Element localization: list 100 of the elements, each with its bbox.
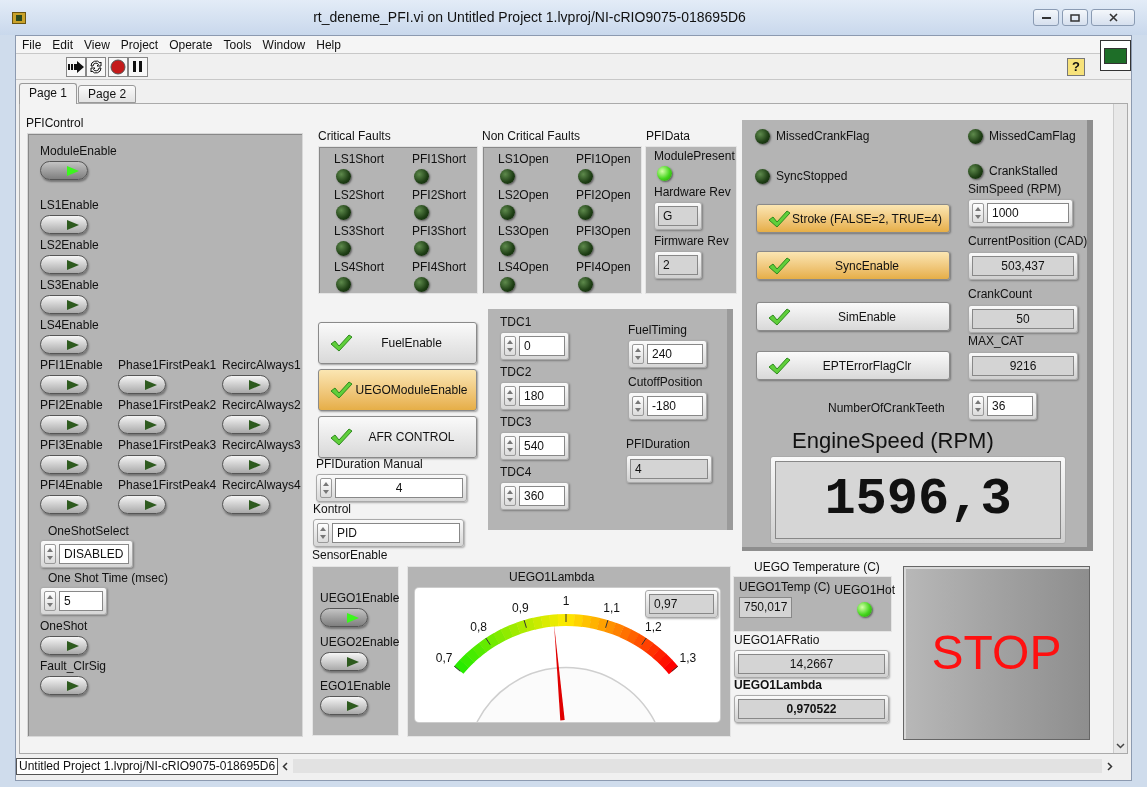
toggle-switch[interactable] (40, 495, 88, 514)
spin-buttons[interactable] (317, 523, 329, 543)
control-label: PFI3Open (576, 224, 631, 239)
spin-buttons[interactable] (44, 544, 56, 564)
spin-buttons[interactable] (504, 486, 516, 506)
menu-item[interactable]: Operate (169, 35, 213, 54)
toggle-button[interactable]: FuelEnable (318, 322, 477, 364)
run-button[interactable] (66, 56, 86, 77)
menu-item[interactable]: Project (120, 35, 159, 54)
toggle-switch[interactable] (40, 636, 88, 655)
spin-buttons[interactable] (504, 386, 516, 406)
toggle-switch[interactable] (40, 215, 88, 234)
close-button[interactable] (1091, 9, 1135, 26)
numeric-field[interactable]: PID (332, 523, 460, 543)
maximize-icon (1070, 13, 1080, 22)
control-label: SimSpeed (RPM) (968, 182, 1062, 197)
control-label: Phase1FirstPeak2 (118, 398, 217, 413)
toggle-switch[interactable] (40, 335, 88, 354)
toggle-switch[interactable] (40, 161, 88, 180)
numeric-indicator: 503,437 (968, 252, 1078, 280)
toggle-button[interactable]: Stroke (FALSE=2, TRUE=4) (756, 204, 950, 233)
help-button[interactable]: ? (1067, 57, 1085, 76)
numeric-field[interactable]: 5 (59, 591, 103, 611)
numeric-field[interactable]: -180 (647, 396, 703, 416)
toggle-switch[interactable] (320, 608, 368, 627)
toggle-switch[interactable] (118, 375, 166, 394)
maximize-button[interactable] (1062, 9, 1088, 26)
chevron-left-icon[interactable] (282, 761, 290, 771)
abort-button[interactable] (108, 56, 128, 77)
toggle-switch[interactable] (40, 415, 88, 434)
control-label: LS4Enable (40, 318, 99, 333)
toggle-button[interactable]: SimEnable (756, 302, 950, 331)
scale-label: 0,7 (435, 650, 453, 665)
control-label: LS3Open (498, 224, 549, 239)
toggle-switch[interactable] (40, 295, 88, 314)
numeric-indicator: 2 (654, 251, 702, 279)
control-label: CrankStalled (989, 164, 1058, 179)
menu-item[interactable]: Edit (52, 35, 74, 54)
toggle-button[interactable]: AFR CONTROL (318, 416, 477, 458)
toggle-switch[interactable] (320, 696, 368, 715)
control-label: Non Critical Faults (482, 129, 581, 144)
numeric-field[interactable]: 1000 (987, 203, 1069, 223)
numeric-field[interactable]: 360 (519, 486, 565, 506)
control-label: MAX_CAT (968, 334, 1024, 349)
toggle-button[interactable]: SyncEnable (756, 251, 950, 280)
tab[interactable]: Page 1 (19, 83, 78, 104)
control-label: UEGO1Hot (834, 583, 896, 598)
control-label: PFI1Open (576, 152, 631, 167)
numeric-field[interactable]: DISABLED (59, 544, 129, 564)
toggle-switch[interactable] (222, 495, 270, 514)
control-label: PFIDuration Manual (316, 457, 423, 472)
numeric-indicator: 750,017 (739, 597, 793, 618)
pause-button[interactable] (128, 56, 148, 77)
toggle-switch[interactable] (40, 455, 88, 474)
scale-label: 1 (562, 594, 570, 608)
control-label: LS2Open (498, 188, 549, 203)
menu-item[interactable]: Help (316, 35, 341, 54)
control-label: CutoffPosition (628, 375, 703, 390)
menu-item[interactable]: File (22, 35, 42, 54)
control-label: ModuleEnable (40, 144, 117, 159)
numeric-indicator: 50 (968, 305, 1078, 333)
toggle-button[interactable]: EPTErrorFlagClr (756, 351, 950, 380)
spin-buttons[interactable] (972, 203, 984, 223)
toggle-switch[interactable] (222, 415, 270, 434)
toggle-switch[interactable] (118, 415, 166, 434)
toggle-switch[interactable] (40, 676, 88, 695)
numeric-field[interactable]: 540 (519, 436, 565, 456)
toggle-switch[interactable] (320, 652, 368, 671)
numeric-field[interactable]: 240 (647, 344, 703, 364)
numeric-field[interactable]: 180 (519, 386, 565, 406)
toggle-switch[interactable] (40, 255, 88, 274)
spin-buttons[interactable] (504, 336, 516, 356)
control-label: LS1Open (498, 152, 549, 167)
toggle-switch[interactable] (118, 455, 166, 474)
control-label: LS1Short (334, 152, 385, 167)
minimize-button[interactable] (1033, 9, 1059, 26)
tab[interactable]: Page 2 (78, 85, 137, 103)
numeric-field[interactable]: 4 (335, 478, 463, 498)
vertical-scrollbar[interactable] (1113, 104, 1127, 753)
toggle-switch[interactable] (222, 455, 270, 474)
menu-item[interactable]: Window (262, 35, 306, 54)
toggle-button[interactable]: UEGOModuleEnable (318, 369, 477, 411)
numeric-field[interactable]: 36 (987, 396, 1033, 416)
chevron-right-icon[interactable] (1106, 761, 1113, 771)
control-label: ModulePresent (654, 149, 735, 164)
scale-label: 0,9 (512, 600, 529, 615)
menu-item[interactable]: View (84, 35, 110, 54)
spin-buttons[interactable] (632, 344, 644, 364)
spin-buttons[interactable] (44, 591, 56, 611)
spin-buttons[interactable] (320, 478, 332, 498)
spin-buttons[interactable] (504, 436, 516, 456)
spin-buttons[interactable] (632, 396, 644, 416)
toggle-switch[interactable] (118, 495, 166, 514)
control-label: CrankCount (968, 287, 1033, 302)
menu-item[interactable]: Tools (223, 35, 252, 54)
toggle-switch[interactable] (222, 375, 270, 394)
spin-buttons[interactable] (972, 396, 984, 416)
numeric-field[interactable]: 0 (519, 336, 565, 356)
run-continuously-button[interactable] (86, 56, 106, 77)
toggle-switch[interactable] (40, 375, 88, 394)
